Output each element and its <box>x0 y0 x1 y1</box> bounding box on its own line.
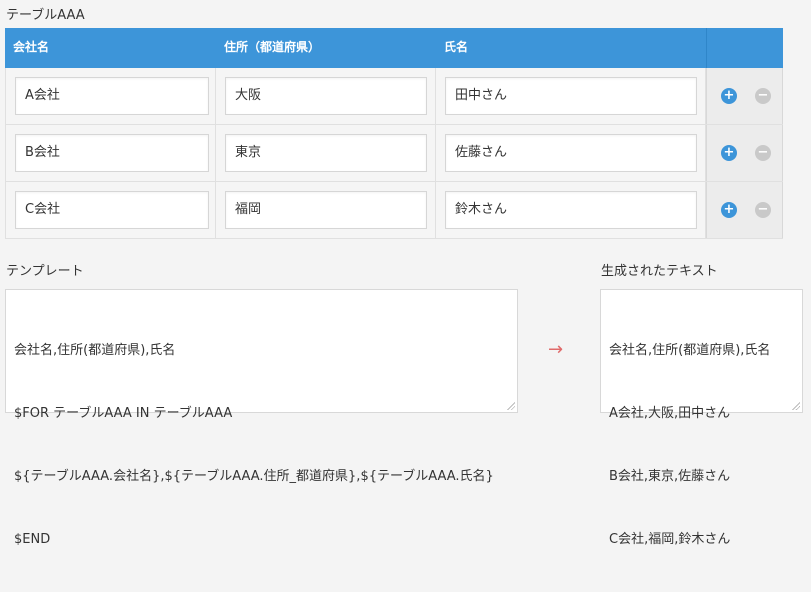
cell-actions: + − <box>706 125 783 181</box>
template-label: テンプレート <box>6 264 84 279</box>
remove-row-button[interactable]: − <box>755 145 771 161</box>
remove-row-button[interactable]: − <box>755 88 771 104</box>
output-line: 会社名,住所(都道府県),氏名 <box>609 343 771 358</box>
output-label: 生成されたテキスト <box>601 264 718 279</box>
column-header-company: 会社名 <box>13 40 50 54</box>
arrow-right-icon: → <box>548 339 564 360</box>
output-line: A会社,大阪,田中さん <box>609 406 731 421</box>
resize-handle[interactable] <box>791 401 800 410</box>
company-field[interactable]: A会社 <box>15 77 209 115</box>
add-row-button[interactable]: + <box>721 202 737 218</box>
output-line: C会社,福岡,鈴木さん <box>609 532 731 547</box>
cell-company: B会社 <box>5 125 216 181</box>
table-row: C会社 福岡 鈴木さん + − <box>5 182 783 239</box>
address-field[interactable]: 福岡 <box>225 191 427 229</box>
output-textarea[interactable]: 会社名,住所(都道府県),氏名 A会社,大阪,田中さん B会社,東京,佐藤さん … <box>600 289 803 547</box>
cell-name: 鈴木さん <box>436 182 706 238</box>
column-header-actions <box>706 28 783 68</box>
cell-company: C会社 <box>5 182 216 238</box>
company-field[interactable]: C会社 <box>15 191 209 229</box>
subtable: 会社名 住所（都道府県） 氏名 A会社 大阪 田中さん + − B会社 東京 佐… <box>5 28 783 239</box>
name-field[interactable]: 田中さん <box>445 77 697 115</box>
table-title: テーブルAAA <box>6 8 85 23</box>
table-header: 会社名 住所（都道府県） 氏名 <box>5 28 783 68</box>
remove-row-button[interactable]: − <box>755 202 771 218</box>
cell-address: 大阪 <box>216 68 436 124</box>
template-line: 会社名,住所(都道府県),氏名 <box>14 343 176 358</box>
resize-handle[interactable] <box>506 401 515 410</box>
address-field[interactable]: 東京 <box>225 134 427 172</box>
template-textarea[interactable]: 会社名,住所(都道府県),氏名 $FOR テーブルAAA IN テーブルAAA … <box>5 289 518 547</box>
add-row-button[interactable]: + <box>721 145 737 161</box>
output-line: B会社,東京,佐藤さん <box>609 469 731 484</box>
company-field[interactable]: B会社 <box>15 134 209 172</box>
name-field[interactable]: 佐藤さん <box>445 134 697 172</box>
table-row: A会社 大阪 田中さん + − <box>5 68 783 125</box>
table-row: B会社 東京 佐藤さん + − <box>5 125 783 182</box>
template-line: ${テーブルAAA.会社名},${テーブルAAA.住所_都道府県},${テーブル… <box>14 469 494 484</box>
add-row-button[interactable]: + <box>721 88 737 104</box>
column-header-address: 住所（都道府県） <box>224 40 321 54</box>
cell-name: 佐藤さん <box>436 125 706 181</box>
template-line: $END <box>14 532 51 547</box>
cell-actions: + − <box>706 182 783 238</box>
cell-address: 福岡 <box>216 182 436 238</box>
column-header-name: 氏名 <box>444 40 469 54</box>
table-body: A会社 大阪 田中さん + − B会社 東京 佐藤さん + − C会社 福岡 鈴… <box>5 68 783 239</box>
address-field[interactable]: 大阪 <box>225 77 427 115</box>
cell-address: 東京 <box>216 125 436 181</box>
cell-actions: + − <box>706 68 783 124</box>
cell-name: 田中さん <box>436 68 706 124</box>
cell-company: A会社 <box>5 68 216 124</box>
template-line: $FOR テーブルAAA IN テーブルAAA <box>14 406 233 421</box>
name-field[interactable]: 鈴木さん <box>445 191 697 229</box>
